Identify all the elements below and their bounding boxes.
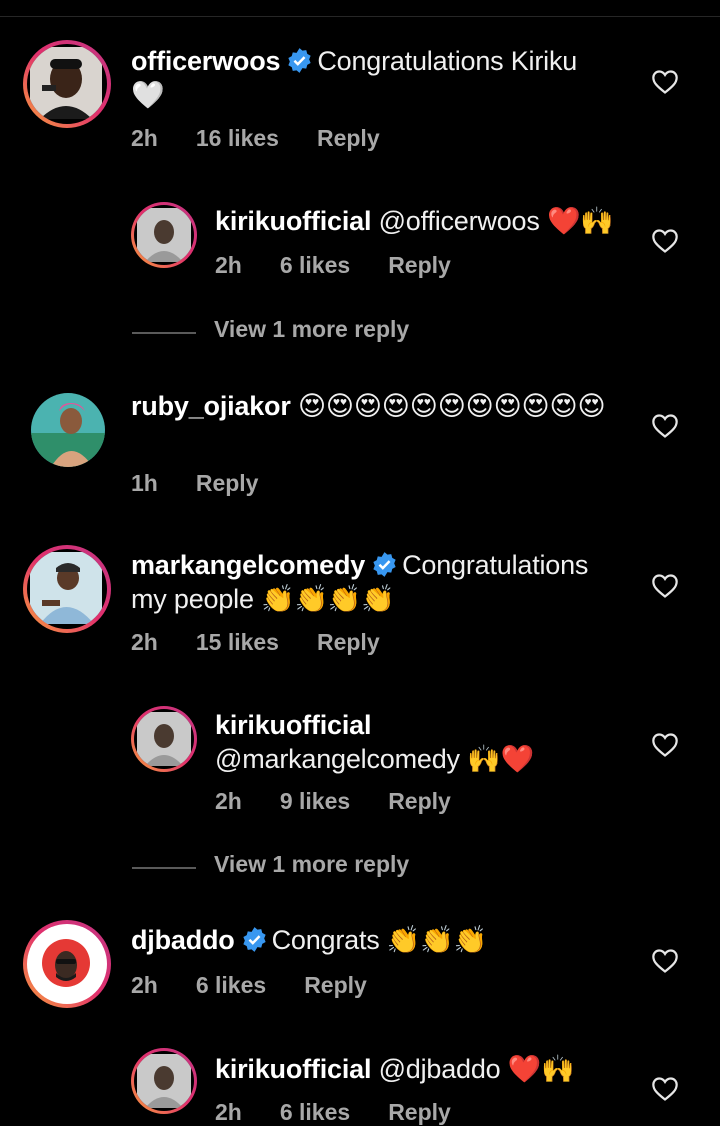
avatar-photo-icon [30, 927, 102, 999]
avatar-photo-icon [137, 208, 191, 262]
avatar[interactable] [31, 393, 105, 467]
reply-button[interactable]: Reply [304, 972, 367, 998]
likes-count[interactable]: 15 likes [196, 629, 279, 655]
divider-line [132, 867, 196, 869]
top-divider [0, 16, 720, 17]
avatar-photo-icon [31, 393, 105, 467]
likes-count[interactable]: 6 likes [280, 252, 350, 278]
heart-icon[interactable] [651, 413, 679, 439]
heart-icon[interactable] [651, 732, 679, 758]
reply-button[interactable]: Reply [388, 788, 451, 814]
avatar-photo-icon [30, 552, 102, 624]
avatar[interactable] [131, 706, 197, 772]
comment-time: 2h [215, 252, 242, 278]
comment-time: 2h [215, 788, 242, 814]
reply-button[interactable]: Reply [388, 252, 451, 278]
reply-button[interactable]: Reply [196, 470, 259, 496]
divider-line [132, 332, 196, 334]
avatar[interactable] [131, 202, 197, 268]
comment-emoji: 😍😍😍😍😍😍😍😍😍😍😍 [297, 391, 606, 422]
avatar-photo-icon [30, 47, 102, 119]
avatar[interactable] [23, 920, 111, 1008]
username[interactable]: djbaddo [131, 925, 235, 955]
heart-icon[interactable] [651, 228, 679, 254]
view-more-label[interactable]: View 1 more reply [214, 316, 409, 343]
likes-count[interactable]: 6 likes [280, 1099, 350, 1125]
heart-icon[interactable] [651, 69, 679, 95]
avatar[interactable] [23, 545, 111, 633]
view-more-replies[interactable]: View 1 more reply [132, 848, 692, 888]
heart-icon[interactable] [651, 573, 679, 599]
username[interactable]: markangelcomedy [131, 550, 365, 580]
likes-count[interactable]: 9 likes [280, 788, 350, 814]
mention-link[interactable]: @officerwoos [379, 206, 540, 236]
heart-icon[interactable] [651, 948, 679, 974]
reply-button[interactable]: Reply [317, 629, 380, 655]
avatar[interactable] [23, 40, 111, 128]
avatar[interactable] [131, 1048, 197, 1114]
username[interactable]: officerwoos [131, 46, 281, 76]
likes-count[interactable]: 16 likes [196, 125, 279, 151]
comment-emoji: 🤍 [131, 80, 165, 111]
comment-emoji: 🙌❤️ [467, 744, 534, 775]
username[interactable]: kirikuofficial [215, 710, 371, 740]
comment-time: 1h [131, 470, 158, 496]
verified-badge-icon [373, 552, 396, 577]
username[interactable]: kirikuofficial [215, 1054, 371, 1084]
comment-emoji: ❤️🙌 [546, 206, 614, 237]
comment-time: 2h [215, 1099, 242, 1125]
verified-badge-icon [242, 927, 266, 952]
view-more-replies[interactable]: View 1 more reply [132, 313, 692, 353]
reply-button[interactable]: Reply [388, 1099, 451, 1125]
comment-emoji: ❤️🙌 [507, 1054, 575, 1085]
comment-emoji: 👏👏👏 [386, 925, 488, 956]
comment-time: 2h [131, 629, 158, 655]
username[interactable]: kirikuofficial [215, 206, 371, 236]
view-more-label[interactable]: View 1 more reply [214, 851, 409, 878]
comment-text: Congrats [271, 925, 380, 955]
comment-time: 2h [131, 125, 158, 151]
mention-link[interactable]: @markangelcomedy [215, 744, 460, 774]
username[interactable]: ruby_ojiakor [131, 391, 291, 421]
heart-icon[interactable] [651, 1076, 679, 1102]
comment-time: 2h [131, 972, 158, 998]
comment-emoji: 👏👏👏👏 [261, 584, 395, 615]
likes-count[interactable]: 6 likes [196, 972, 266, 998]
avatar-photo-icon [137, 712, 191, 766]
mention-link[interactable]: @djbaddo [379, 1054, 501, 1084]
avatar-photo-icon [137, 1054, 191, 1108]
comment-text: Congratulations Kiriku [317, 46, 578, 76]
reply-button[interactable]: Reply [317, 125, 380, 151]
verified-badge-icon [288, 48, 311, 73]
